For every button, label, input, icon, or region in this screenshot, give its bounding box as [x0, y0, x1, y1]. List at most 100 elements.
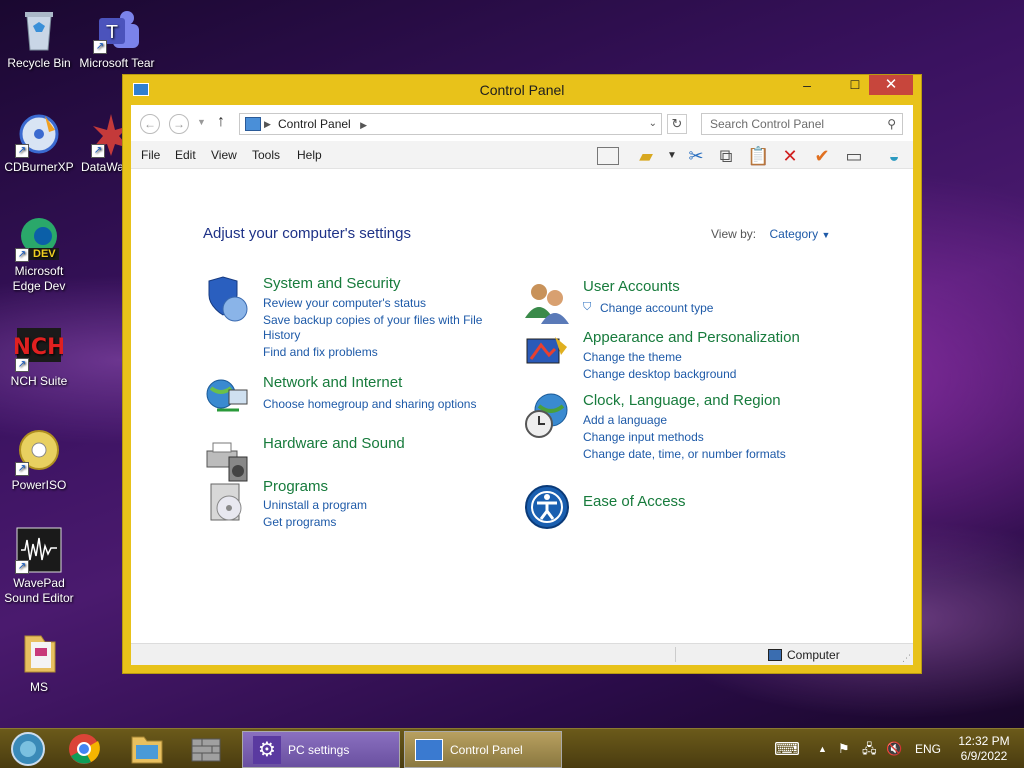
shortcut-arrow-icon: ↗: [15, 144, 29, 158]
category-title[interactable]: Programs: [263, 478, 328, 495]
folder-options-icon[interactable]: ▰: [635, 145, 657, 167]
address-dropdown-icon[interactable]: ⌄: [649, 114, 657, 134]
menu-bar: File Edit View Tools Help ▰ ▼ ✂ ⧉ 📋 ✕ ✔ …: [131, 141, 913, 169]
search-icon[interactable]: ⚲: [887, 114, 896, 134]
start-button[interactable]: [4, 731, 52, 767]
computer-icon: [768, 649, 782, 661]
ease-of-access-icon: [525, 485, 569, 529]
link-change-desktop-background[interactable]: Change desktop background: [583, 366, 736, 382]
menu-edit[interactable]: Edit: [175, 148, 196, 162]
shell-icon[interactable]: ◒: [883, 145, 905, 167]
delete-icon[interactable]: ✕: [779, 145, 801, 167]
desktop-icon-datawa[interactable]: ↗ DataWa: [78, 110, 124, 175]
category-title[interactable]: Clock, Language, and Region: [583, 392, 781, 409]
desktop-icon-cdburnerxp[interactable]: ↗ CDBurnerXP: [0, 110, 78, 175]
link-backup-file-history-cont[interactable]: History: [263, 327, 300, 343]
desktop-icon-recycle-bin[interactable]: Recycle Bin: [0, 6, 78, 71]
copy-icon[interactable]: ⧉: [715, 145, 737, 167]
svg-text:NCH: NCH: [15, 335, 63, 360]
options-dropdown-icon[interactable]: ▼: [661, 145, 683, 167]
category-title[interactable]: Hardware and Sound: [263, 435, 405, 452]
show-hidden-icons-chevron[interactable]: ▲: [818, 729, 827, 768]
taskbar-file-explorer[interactable]: [122, 731, 170, 767]
action-center-flag-icon[interactable]: ⚑: [838, 729, 850, 768]
category-title[interactable]: User Accounts: [583, 278, 680, 295]
category-title[interactable]: Appearance and Personalization: [583, 329, 800, 346]
desktop-icon-poweriso[interactable]: ↗ PowerISO: [0, 428, 78, 493]
desktop-icon-nch-suite[interactable]: NCH ↗ NCH Suite: [0, 324, 78, 389]
category-title[interactable]: Network and Internet: [263, 374, 402, 391]
desktop-icon-label: CDBurnerXP: [4, 160, 74, 174]
taskbar-chrome[interactable]: [60, 731, 108, 767]
link-change-input-methods[interactable]: Change input methods: [583, 429, 704, 445]
menu-file[interactable]: File: [141, 148, 160, 162]
refresh-button[interactable]: ↻: [667, 114, 687, 134]
taskbar-task-control-panel[interactable]: Control Panel: [404, 731, 562, 768]
volume-muted-icon[interactable]: 🔇: [886, 729, 902, 768]
svg-text:T: T: [106, 22, 119, 43]
breadcrumb-chevron-icon[interactable]: ▶: [264, 114, 271, 134]
category-title[interactable]: System and Security: [263, 275, 401, 292]
resize-grip-icon[interactable]: ⋰: [902, 653, 911, 664]
clock-date: 6/9/2022: [960, 749, 1008, 763]
link-change-date-time-formats[interactable]: Change date, time, or number formats: [583, 446, 786, 462]
input-language[interactable]: ENG: [915, 729, 941, 768]
link-find-fix-problems[interactable]: Find and fix problems: [263, 344, 378, 360]
desktop-icon-label: MS: [30, 680, 48, 694]
link-backup-file-history[interactable]: Save backup copies of your files with Fi…: [263, 312, 482, 328]
gear-icon: ⚙: [253, 736, 281, 764]
desktop-icon-microsoft-teams[interactable]: T ↗ Microsoft Tear: [78, 6, 156, 71]
search-input[interactable]: Search Control Panel ⚲: [701, 113, 903, 135]
view-by-value[interactable]: Category: [769, 227, 818, 241]
breadcrumb-control-panel[interactable]: Control Panel: [278, 117, 351, 131]
back-button[interactable]: ←: [140, 114, 160, 134]
link-add-language[interactable]: Add a language: [583, 412, 667, 428]
forward-button[interactable]: →: [169, 114, 189, 134]
desktop-icon-edge-dev[interactable]: DEV ↗ Microsoft Edge Dev: [0, 214, 78, 294]
status-location: Computer: [787, 648, 840, 662]
menu-help[interactable]: Help: [297, 148, 322, 162]
desktop-icon-label: NCH Suite: [10, 374, 68, 388]
taskbar-task-pc-settings[interactable]: ⚙ PC settings: [242, 731, 400, 768]
layout-pane-icon[interactable]: [597, 147, 619, 165]
link-change-account-type[interactable]: Change account type: [600, 300, 713, 316]
status-divider: [675, 647, 676, 662]
desktop-icon-ms-folder[interactable]: MS: [0, 630, 78, 695]
taskbar: ⚙ PC settings Control Panel ⌨ ▲ ⚑ 🖧 🔇 EN…: [0, 728, 1024, 768]
link-homegroup-sharing[interactable]: Choose homegroup and sharing options: [263, 396, 476, 412]
search-placeholder: Search Control Panel: [710, 117, 825, 131]
title-bar[interactable]: Control Panel – ☐ ✕: [123, 75, 921, 105]
breadcrumb-chevron-icon[interactable]: ▶: [360, 120, 367, 130]
start-orb-icon: [11, 732, 45, 766]
address-bar[interactable]: ▶ Control Panel ▶ ⌄: [239, 113, 662, 135]
programs-icon: [210, 483, 242, 521]
minimize-button[interactable]: –: [793, 75, 821, 95]
up-button[interactable]: ↑: [217, 113, 225, 131]
properties-checkmark-icon[interactable]: ✔: [811, 145, 833, 167]
poweriso-icon: ↗: [15, 428, 63, 476]
recent-locations-dropdown[interactable]: ▼: [197, 117, 206, 127]
chevron-down-icon[interactable]: ▼: [822, 230, 831, 240]
menu-tools[interactable]: Tools: [252, 148, 280, 162]
desktop-icon-wavepad[interactable]: ↗ WavePad Sound Editor: [0, 526, 78, 606]
link-change-theme[interactable]: Change the theme: [583, 349, 682, 365]
taskbar-app[interactable]: [182, 731, 230, 767]
keyboard-icon[interactable]: ⌨: [774, 729, 800, 768]
rename-icon[interactable]: ▭: [843, 145, 865, 167]
link-get-programs[interactable]: Get programs: [263, 514, 336, 530]
view-by-dropdown[interactable]: Category ▼: [769, 227, 830, 241]
paste-icon[interactable]: 📋: [747, 145, 769, 167]
view-by-label: View by:: [711, 227, 757, 241]
category-title[interactable]: Ease of Access: [583, 493, 686, 510]
network-icon[interactable]: 🖧: [862, 729, 877, 768]
maximize-button[interactable]: ☐: [841, 75, 869, 95]
shortcut-arrow-icon: ↗: [93, 40, 107, 54]
link-review-status[interactable]: Review your computer's status: [263, 295, 426, 311]
uac-shield-icon: ⛉: [583, 301, 592, 313]
desktop-icon-label: DataWa: [81, 160, 124, 174]
link-uninstall-program[interactable]: Uninstall a program: [263, 497, 367, 513]
cut-icon[interactable]: ✂: [685, 145, 707, 167]
menu-view[interactable]: View: [211, 148, 237, 162]
close-button[interactable]: ✕: [869, 75, 913, 95]
clock[interactable]: 12:32 PM 6/9/2022: [952, 729, 1016, 768]
